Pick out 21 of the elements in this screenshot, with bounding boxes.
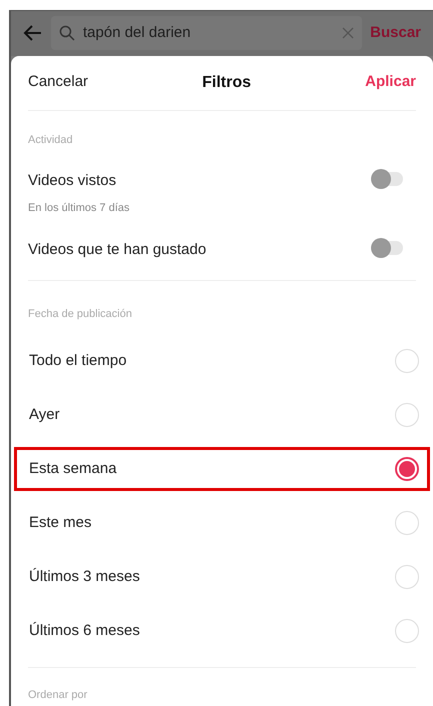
option-label: Ayer bbox=[29, 404, 60, 425]
apply-button[interactable]: Aplicar bbox=[365, 71, 416, 94]
section-heading: Fecha de publicación bbox=[28, 308, 132, 320]
radio-button[interactable] bbox=[395, 457, 419, 481]
back-arrow-icon[interactable] bbox=[23, 24, 43, 42]
option-label: Todo el tiempo bbox=[29, 350, 127, 371]
search-icon bbox=[59, 25, 75, 42]
option-label: Últimos 6 meses bbox=[29, 620, 140, 641]
section-heading: Ordenar por bbox=[28, 689, 88, 701]
toggle-label: Videos que te han gustado bbox=[28, 240, 206, 260]
option-label: Últimos 3 meses bbox=[29, 566, 140, 587]
toggle-label: Videos vistos bbox=[28, 170, 118, 190]
search-query: tapón del darien bbox=[83, 23, 192, 43]
section-heading: Actividad bbox=[28, 134, 73, 146]
sheet-title: Filtros bbox=[202, 72, 252, 92]
cancel-button[interactable]: Cancelar bbox=[28, 71, 88, 94]
toggle-subtitle: En los últimos 7 días bbox=[28, 201, 130, 216]
clear-icon[interactable] bbox=[342, 27, 354, 40]
option-label: Esta semana bbox=[29, 458, 117, 479]
option-label: Este mes bbox=[29, 512, 92, 533]
search-field[interactable]: tapón del darien bbox=[51, 16, 362, 50]
